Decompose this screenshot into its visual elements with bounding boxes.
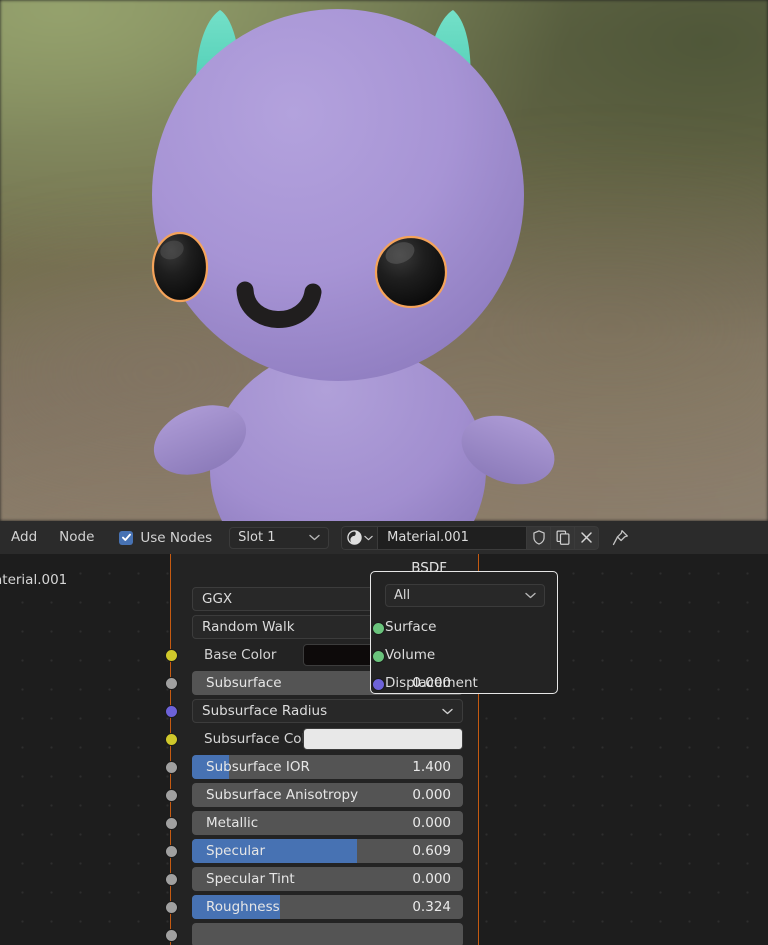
next-row-partial[interactable]: [165, 923, 463, 945]
volume-input-label: Volume: [385, 647, 436, 663]
specular-tint-slider-value: 0.000: [412, 871, 451, 887]
next-row-partial-widget[interactable]: [192, 923, 463, 945]
checkmark-icon: [119, 530, 134, 545]
metallic-slider-value: 0.000: [412, 815, 451, 831]
subsurface-method-dropdown-value: Random Walk: [202, 619, 295, 635]
subsurface-anisotropy-slider-value: 0.000: [412, 787, 451, 803]
material-selector-group[interactable]: Material.001: [341, 525, 600, 550]
subsurface-anisotropy-slider-widget[interactable]: Subsurface Anisotropy 0.000: [192, 783, 463, 807]
subsurface-ior-slider-label: Subsurface IOR: [206, 759, 310, 775]
specular-tint-slider[interactable]: Specular Tint 0.000: [165, 867, 463, 891]
unlink-material-button[interactable]: [575, 525, 600, 550]
slot-dropdown-value: Slot 1: [238, 530, 276, 545]
volume-input[interactable]: Volume: [372, 647, 436, 663]
next-row-partial-socket[interactable]: [165, 929, 178, 942]
output-target-value: All: [394, 588, 411, 603]
material-sphere-icon: [346, 530, 362, 545]
pin-icon: [613, 530, 629, 546]
specular-tint-slider-widget[interactable]: Specular Tint 0.000: [192, 867, 463, 891]
specular-tint-slider-label: Specular Tint: [206, 871, 295, 887]
subsurface-anisotropy-socket[interactable]: [165, 789, 178, 802]
metallic-socket[interactable]: [165, 817, 178, 830]
eye-right: [374, 235, 448, 309]
chevron-down-icon: [309, 530, 320, 545]
node-editor-header: Add Node Use Nodes Slot 1 Material.001: [0, 521, 768, 554]
distribution-dropdown-value: GGX: [202, 591, 233, 607]
material-sphere-icon-button[interactable]: [341, 525, 378, 550]
surface-input-socket[interactable]: [372, 622, 385, 635]
metallic-slider-label: Metallic: [206, 815, 259, 831]
specular-slider-value: 0.609: [412, 843, 451, 859]
subsurface-anisotropy-slider[interactable]: Subsurface Anisotropy 0.000: [165, 783, 463, 807]
specular-slider[interactable]: Specular 0.609: [165, 839, 463, 863]
fake-user-shield-button[interactable]: [527, 525, 552, 550]
subsurface-color-swatch[interactable]: Subsurface Col...: [165, 727, 463, 751]
pin-button[interactable]: [612, 529, 629, 546]
subsurface-socket[interactable]: [165, 677, 178, 690]
displacement-input-socket[interactable]: [372, 678, 385, 691]
specular-socket[interactable]: [165, 845, 178, 858]
surface-input-label: Surface: [385, 619, 437, 635]
copy-icon: [556, 530, 570, 545]
subsurface-anisotropy-slider-label: Subsurface Anisotropy: [206, 787, 359, 803]
metallic-slider-widget[interactable]: Metallic 0.000: [192, 811, 463, 835]
subsurface-radius-dropdown[interactable]: Subsurface Radius: [165, 699, 463, 723]
output-target-dropdown[interactable]: All: [385, 584, 545, 607]
shader-node-editor[interactable]: Add Node Use Nodes Slot 1 Material.001 a…: [0, 521, 768, 945]
shield-icon: [532, 530, 545, 545]
specular-slider-widget[interactable]: Specular 0.609: [192, 839, 463, 863]
character-model: [151, 9, 555, 521]
subsurface-ior-socket[interactable]: [165, 761, 178, 774]
eye-left: [151, 231, 209, 303]
subsurface-slider-label: Subsurface: [206, 675, 282, 691]
roughness-slider-value: 0.324: [412, 899, 451, 915]
subsurface-radius-dropdown-widget[interactable]: Subsurface Radius: [192, 699, 463, 723]
roughness-slider[interactable]: Roughness 0.324: [165, 895, 463, 919]
roughness-slider-widget[interactable]: Roughness 0.324: [192, 895, 463, 919]
chevron-down-icon: [442, 703, 453, 719]
subsurface-ior-slider-value: 1.400: [412, 759, 451, 775]
subsurface-color-swatch-label: Subsurface Col...: [204, 731, 319, 747]
head: [152, 9, 524, 381]
subsurface-radius-socket[interactable]: [165, 705, 178, 718]
offscreen-node-label: aterial.001: [0, 572, 68, 588]
material-output-node[interactable]: All Surface Volume Displacement: [370, 571, 558, 694]
subsurface-color-swatch[interactable]: [303, 728, 463, 750]
x-icon: [581, 532, 592, 543]
specular-slider-label: Specular: [206, 843, 265, 859]
specular-tint-socket[interactable]: [165, 873, 178, 886]
menu-add[interactable]: Add: [0, 521, 48, 554]
subsurface-color-swatch-row: Subsurface Col...: [192, 728, 463, 750]
subsurface-ior-slider[interactable]: Subsurface IOR 1.400: [165, 755, 463, 779]
surface-input[interactable]: Surface: [372, 619, 437, 635]
subsurface-radius-dropdown-value: Subsurface Radius: [202, 703, 328, 719]
new-material-button[interactable]: [551, 525, 576, 550]
roughness-slider-label: Roughness: [206, 899, 280, 915]
slot-dropdown[interactable]: Slot 1: [229, 526, 330, 549]
base-color-socket[interactable]: [165, 649, 178, 662]
metallic-slider[interactable]: Metallic 0.000: [165, 811, 463, 835]
menu-node[interactable]: Node: [48, 521, 105, 554]
use-nodes-label: Use Nodes: [140, 529, 213, 546]
3d-viewport[interactable]: [0, 0, 768, 521]
node-canvas[interactable]: aterial.001 BSDF GGX Random Walk Base Colo…: [0, 554, 768, 945]
subsurface-color-socket[interactable]: [165, 733, 178, 746]
chevron-down-icon: [525, 588, 536, 603]
material-name-field[interactable]: Material.001: [377, 525, 528, 550]
use-nodes-checkbox[interactable]: Use Nodes: [119, 530, 212, 546]
chevron-down-icon: [363, 535, 373, 540]
volume-input-socket[interactable]: [372, 650, 385, 663]
subsurface-slider-value: 0.000: [412, 675, 451, 691]
base-color-swatch-label: Base Color: [204, 647, 277, 663]
subsurface-ior-slider-widget[interactable]: Subsurface IOR 1.400: [192, 755, 463, 779]
roughness-socket[interactable]: [165, 901, 178, 914]
